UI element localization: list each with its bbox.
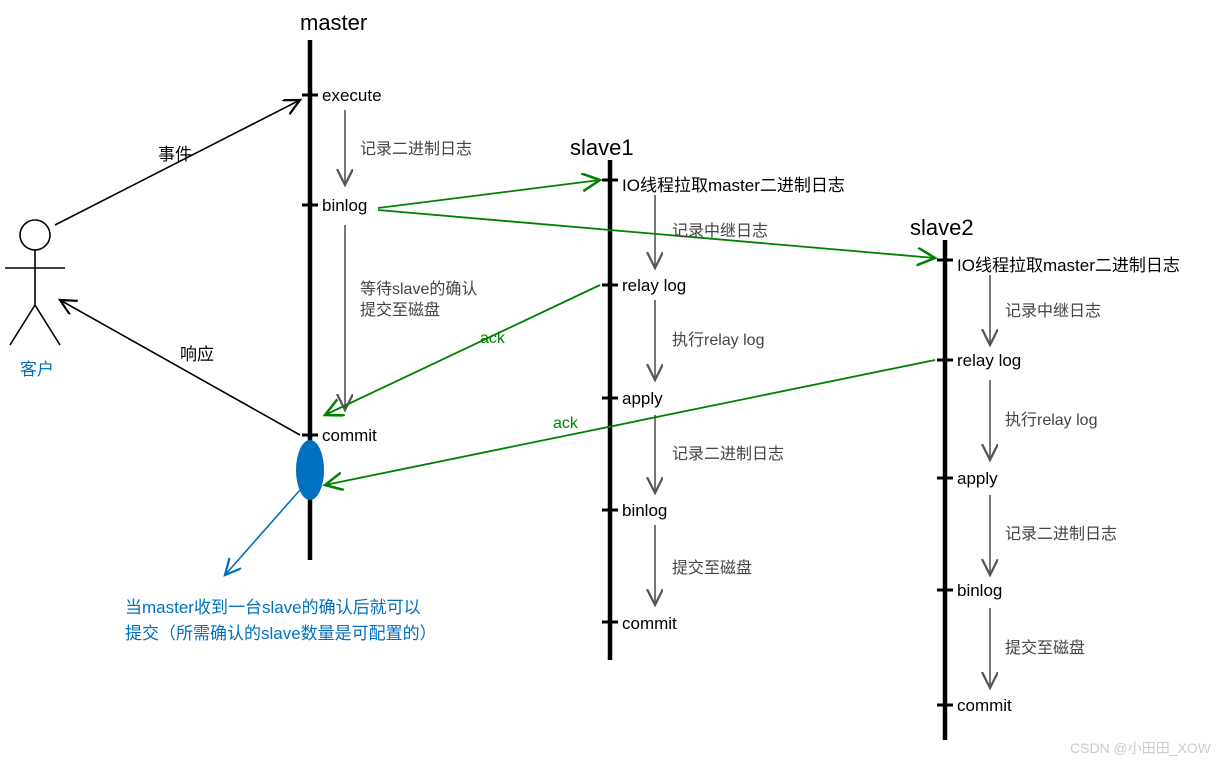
slave2-step-relay: relay log [957,351,1021,371]
arrow-ack-slave2 [325,360,935,485]
note-line-2: 提交（所需确认的slave数量是可配置的） [125,624,437,643]
slave2-step-commit: commit [957,696,1012,716]
master-step-execute: execute [322,86,382,106]
actor-label: 客户 [20,355,54,380]
master-step-commit: commit [322,426,377,446]
arrow-binlog-to-slave1 [378,180,600,208]
label-event: 事件 [158,140,192,165]
slave2-arrow-recrelay: 记录中继日志 [1005,297,1101,321]
slave2-step-binlog: binlog [957,581,1002,601]
note-line-1: 当master收到一台slave的确认后就可以 [125,598,421,617]
master-step-binlog: binlog [322,196,367,216]
slave2-arrow-recbin: 记录二进制日志 [1005,520,1117,544]
slave1-step-binlog: binlog [622,501,667,521]
arrow-note [225,490,300,575]
master-title: master [300,10,367,36]
actor-icon [5,220,65,345]
commit-note: 当master收到一台slave的确认后就可以 提交（所需确认的slave数量是… [125,595,445,648]
commit-highlight [296,440,324,500]
slave2-title: slave2 [910,215,974,241]
slave1-step-commit: commit [622,614,677,634]
slave1-step-io: IO线程拉取master二进制日志 [622,171,845,196]
slave2-step-apply: apply [957,469,998,489]
slave1-step-relay: relay log [622,276,686,296]
label-ack-2: ack [553,415,578,433]
slave2-arrow-todisk: 提交至磁盘 [1005,634,1085,658]
arrow-response [60,300,300,435]
master-arrow-recbin: 记录二进制日志 [360,135,472,159]
slave1-title: slave1 [570,135,634,161]
slave2-step-io: IO线程拉取master二进制日志 [957,251,1180,276]
label-response: 响应 [180,340,214,365]
slave2-arrow-execrelay: 执行relay log [1005,406,1097,430]
watermark: CSDN @小田田_XOW [1070,738,1211,758]
arrow-binlog-to-slave2 [378,210,935,258]
slave1-arrow-recbin: 记录二进制日志 [672,440,784,464]
slave1-step-apply: apply [622,389,663,409]
master-arrow-wait2: 提交至磁盘 [360,296,440,320]
slave1-arrow-todisk: 提交至磁盘 [672,554,752,578]
label-ack-1: ack [480,330,505,348]
slave1-arrow-execrelay: 执行relay log [672,326,764,350]
slave1-arrow-recrelay: 记录中继日志 [672,217,768,241]
